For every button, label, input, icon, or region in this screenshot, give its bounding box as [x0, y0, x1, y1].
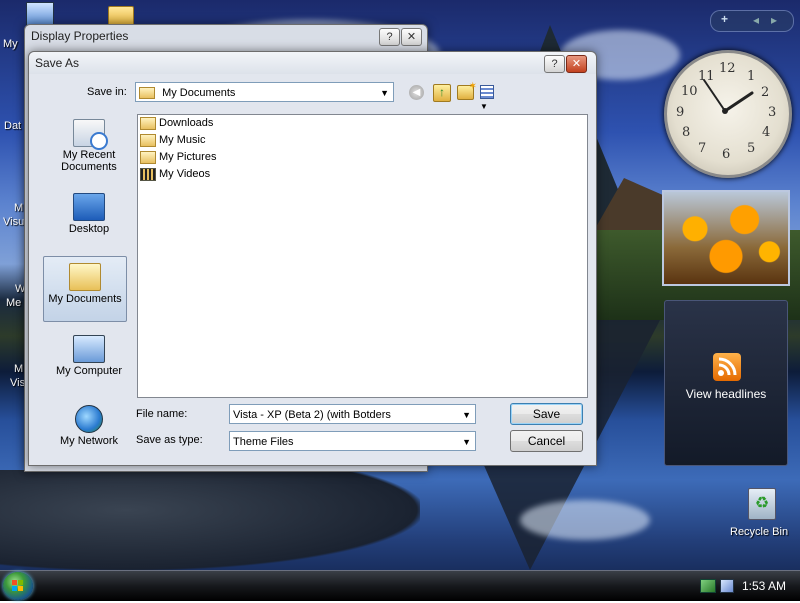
save-in-value: My Documents [162, 87, 236, 99]
my-computer-icon [73, 335, 105, 363]
save-as-type-value: Theme Files [233, 436, 294, 448]
pictures-folder-icon [140, 150, 156, 164]
clock-hands [703, 79, 754, 114]
close-button[interactable]: ✕ [401, 28, 422, 46]
taskbar: 1:53 AM [0, 570, 800, 601]
places-my-recent-documents[interactable]: My Recent Documents [47, 112, 131, 178]
folder-icon [139, 87, 155, 100]
start-button[interactable] [3, 572, 33, 600]
list-item-my-videos[interactable]: My Videos [140, 166, 210, 182]
desktop-icon-label[interactable]: Me [6, 297, 21, 309]
folder-icon [140, 116, 156, 130]
desktop-icon-label[interactable]: M [14, 363, 23, 375]
my-documents-icon [69, 263, 101, 291]
desktop-icon-label[interactable]: Visu [3, 216, 24, 228]
file-name: My Music [159, 134, 206, 146]
up-folder-icon[interactable]: ↑ [433, 84, 451, 102]
save-as-dialog[interactable]: Save As ? ✕ Save in: My Documents ▼ ◀ ↑ … [28, 51, 597, 466]
videos-folder-icon [140, 167, 156, 181]
sidebar-next-button[interactable]: ▸ [771, 13, 777, 27]
file-name: Downloads [159, 117, 214, 129]
rss-icon [713, 353, 741, 381]
network-icon[interactable] [699, 579, 716, 593]
help-button[interactable]: ? [379, 28, 400, 46]
chevron-down-icon[interactable]: ▼ [462, 405, 471, 425]
display-properties-titlebar[interactable]: Display Properties [25, 25, 427, 47]
system-tray: 1:53 AM [690, 571, 800, 601]
place-label: Desktop [68, 223, 110, 235]
desktop-icon-label[interactable]: Vis [10, 377, 25, 389]
sidebar-prev-button[interactable]: ◂ [753, 13, 759, 27]
music-folder-icon [140, 133, 156, 147]
places-my-network[interactable]: My Network [47, 398, 131, 464]
desktop-icon-label[interactable]: M [14, 202, 23, 214]
new-folder-icon[interactable]: ✶ [457, 81, 477, 100]
window-title: Display Properties [31, 29, 129, 43]
place-label: My Recent Documents [61, 149, 117, 173]
recycle-bin-label[interactable]: Recycle Bin [730, 526, 788, 538]
cancel-button[interactable]: Cancel [510, 430, 583, 452]
place-label: My Documents [48, 293, 122, 305]
places-desktop[interactable]: Desktop [47, 186, 131, 252]
file-name: My Pictures [159, 151, 217, 163]
desktop-icon [73, 193, 105, 221]
desktop-icon-label[interactable]: Dat [4, 120, 21, 132]
back-icon[interactable]: ◀ [409, 85, 424, 100]
file-name: My Videos [159, 168, 211, 180]
file-name-value: Vista - XP (Beta 2) (with Botders [233, 409, 391, 421]
view-menu-icon[interactable]: ▼ [480, 85, 502, 111]
taskbar-clock[interactable]: 1:53 AM [742, 579, 786, 593]
desktop-icon-label[interactable]: My [3, 38, 18, 50]
slideshow-gadget[interactable] [662, 190, 790, 286]
sidebar-controls: + ◂ ▸ [710, 10, 794, 32]
list-item-downloads[interactable]: Downloads [140, 115, 213, 131]
add-gadget-button[interactable]: + [721, 12, 728, 26]
places-my-computer[interactable]: My Computer [47, 328, 131, 394]
save-in-dropdown[interactable]: My Documents ▼ [135, 82, 394, 102]
desktop-computer-icon[interactable] [26, 2, 54, 26]
view-headlines-label[interactable]: View headlines [665, 387, 787, 401]
desktop-folder-icon[interactable] [108, 6, 134, 26]
recycle-bin-icon[interactable]: ♻ [748, 488, 776, 520]
save-as-titlebar[interactable]: Save As [29, 52, 596, 74]
chevron-down-icon: ▼ [380, 88, 389, 98]
clock-gadget[interactable]: 12 1 2 3 4 5 6 7 8 9 10 11 [664, 50, 792, 178]
save-in-label: Save in: [87, 86, 127, 98]
volume-icon[interactable] [719, 579, 734, 593]
help-button[interactable]: ? [544, 55, 565, 73]
chevron-down-icon: ▼ [462, 437, 471, 447]
close-button[interactable]: ✕ [566, 55, 587, 73]
save-as-type-dropdown[interactable]: Theme Files ▼ [229, 431, 476, 451]
window-title: Save As [35, 56, 80, 70]
place-label: My Network [59, 435, 119, 447]
recent-documents-icon [73, 119, 108, 150]
save-button[interactable]: Save [510, 403, 583, 425]
file-name-input[interactable]: Vista - XP (Beta 2) (with Botders ▼ [229, 404, 476, 424]
place-label: My Computer [55, 365, 123, 377]
list-item-my-music[interactable]: My Music [140, 132, 205, 148]
file-list[interactable]: Downloads My Music My Pictures My Videos [137, 114, 588, 398]
file-name-label: File name: [136, 408, 188, 420]
save-as-type-label: Save as type: [136, 434, 203, 446]
feed-headlines-gadget[interactable]: View headlines [664, 300, 788, 466]
my-network-icon [75, 405, 103, 433]
list-item-my-pictures[interactable]: My Pictures [140, 149, 216, 165]
places-my-documents[interactable]: My Documents [43, 256, 127, 322]
